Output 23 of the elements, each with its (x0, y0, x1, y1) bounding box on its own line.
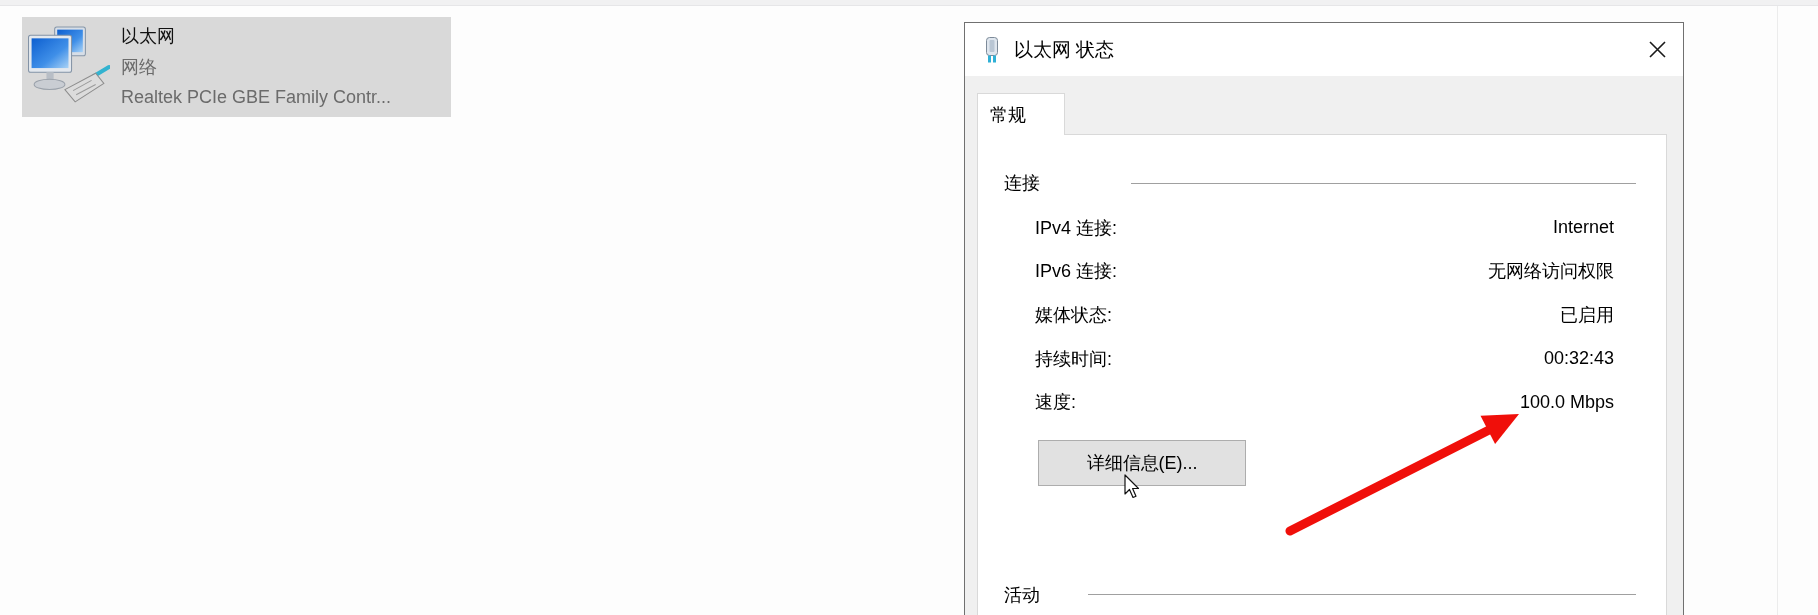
field-label: 速度: (1035, 391, 1076, 415)
adapter-network: 网络 (121, 55, 158, 79)
details-button[interactable]: 详细信息(E)... (1038, 439, 1246, 486)
tab[interactable]: 常规 (977, 93, 1065, 135)
window-title: 以太网 状态 (1014, 37, 1115, 62)
cursor-icon (1124, 474, 1140, 499)
close-icon[interactable] (1649, 41, 1666, 58)
section-title: 活动 (1004, 583, 1040, 607)
adapter-name: 以太网 (121, 25, 176, 48)
field-value: Internet (1552, 217, 1614, 239)
field-label: 持续时间: (1035, 347, 1112, 371)
field-value: 100.0 Mbps (1519, 391, 1614, 413)
adapter-item[interactable]: 以太网 网络 Realtek PCIe GBE Family Contr... (22, 17, 451, 117)
field-label: IPv4 连接: (1035, 216, 1118, 240)
field-value: 无网络访问权限 (1488, 260, 1614, 284)
network-computers-icon (28, 25, 110, 105)
field-value: 已启用 (1560, 304, 1614, 327)
plug-icon (984, 36, 1000, 63)
section-title: 连接 (1004, 172, 1040, 195)
adapter-device: Realtek PCIe GBE Family Contr... (121, 86, 392, 109)
field-label: IPv6 连接: (1035, 260, 1118, 284)
field-value: 00:32:43 (1543, 348, 1614, 370)
field-label: 媒体状态: (1035, 304, 1112, 327)
